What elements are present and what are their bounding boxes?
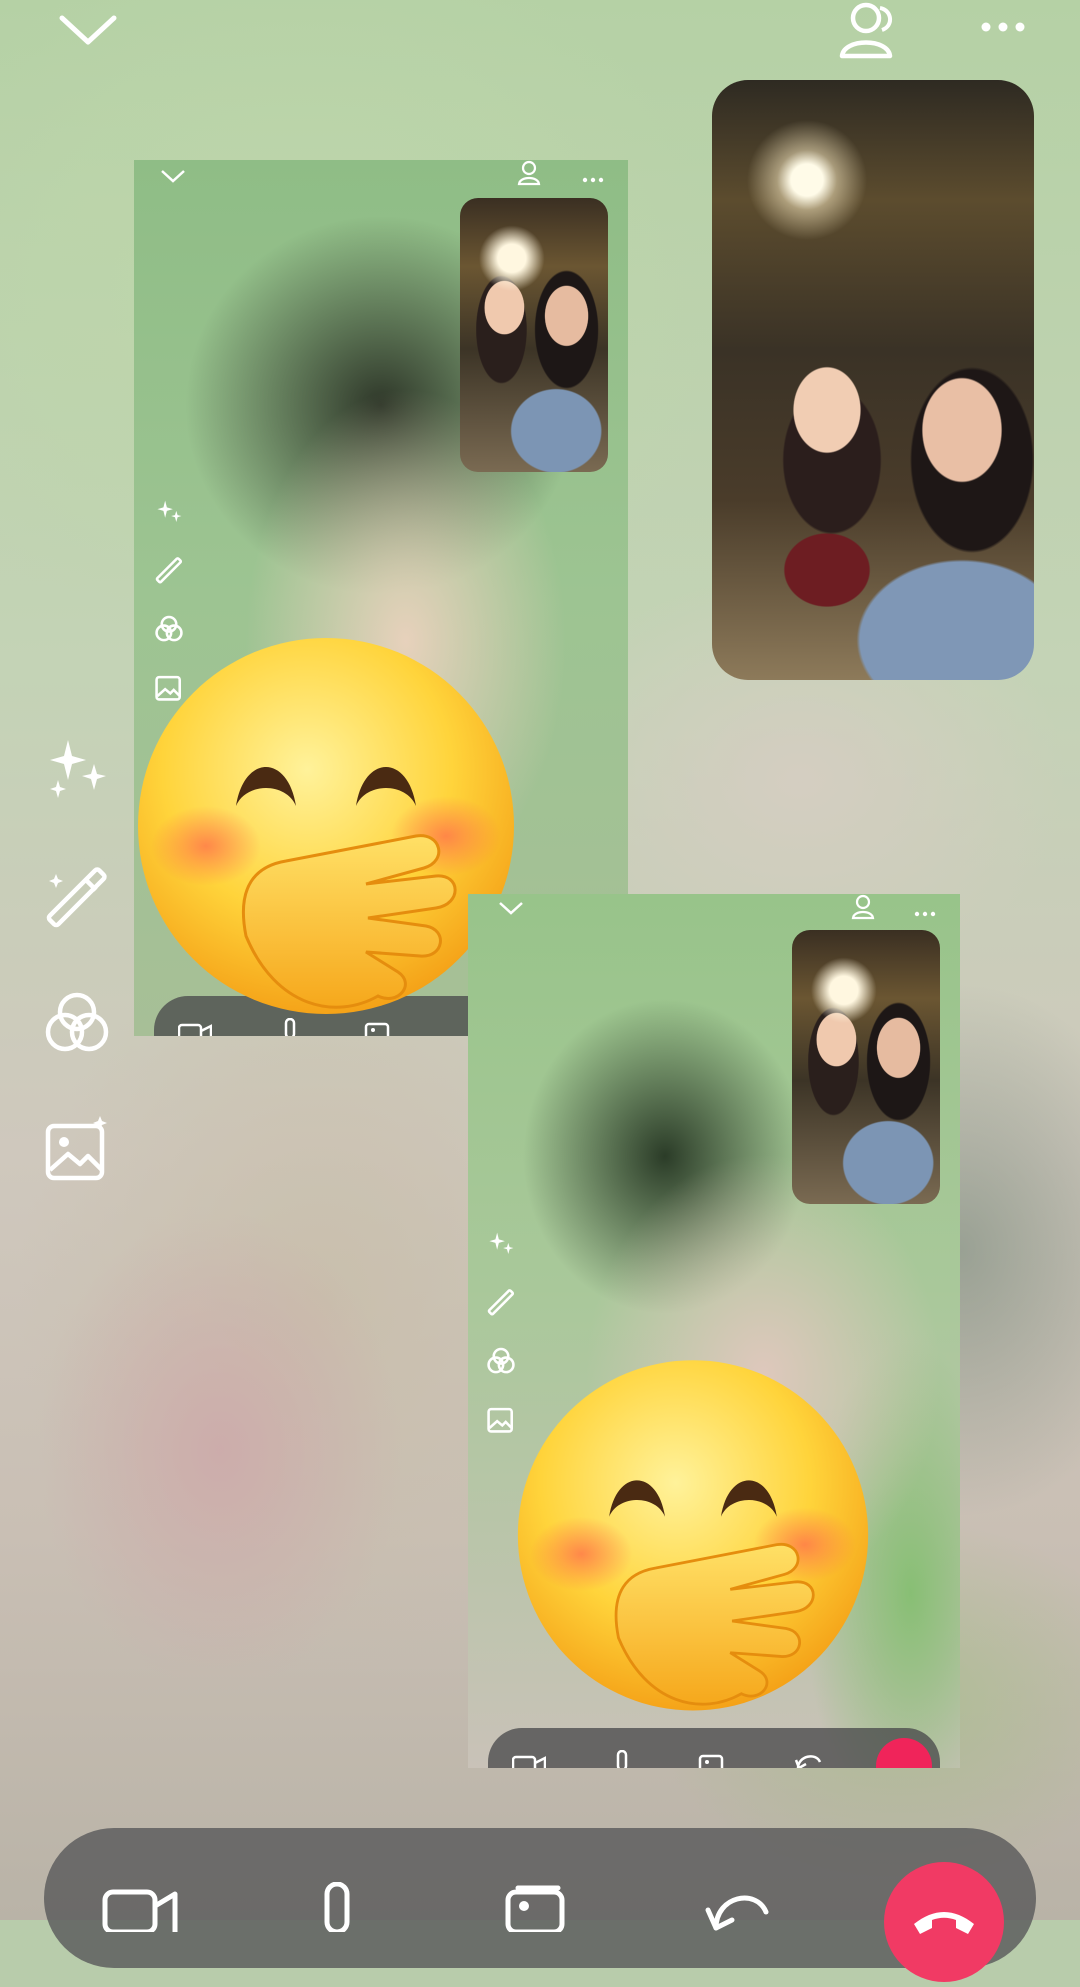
background-image-icon[interactable] (40, 1112, 114, 1186)
flip-camera-button[interactable] (694, 1882, 784, 1942)
filters-icon (484, 1344, 518, 1378)
sparkles-icon[interactable] (40, 732, 114, 806)
flip-camera-icon (705, 1895, 769, 1931)
remote-video-pip (460, 198, 608, 472)
add-person-icon[interactable] (836, 0, 902, 65)
remote-video-pip (792, 930, 940, 1204)
sparkles-icon (152, 496, 186, 530)
background-image-icon (484, 1402, 518, 1436)
more-dots-icon (914, 904, 936, 922)
magic-wand-icon[interactable] (40, 862, 114, 936)
add-person-icon (516, 160, 544, 191)
flip-camera-icon (794, 1750, 824, 1768)
gallery-icon (505, 1885, 565, 1932)
face-with-hand-over-mouth-emoji (136, 636, 516, 1026)
sparkles-icon (484, 1228, 518, 1262)
more-dots-icon[interactable] (980, 20, 1026, 39)
share-media-button[interactable] (492, 1882, 582, 1942)
camera-icon (511, 1754, 547, 1768)
microphone-toggle-button[interactable] (292, 1882, 382, 1942)
chevron-down-icon (498, 900, 524, 921)
filters-icon[interactable] (40, 986, 114, 1060)
magic-wand-icon (152, 554, 186, 588)
chevron-down-icon[interactable] (58, 12, 118, 53)
microphone-icon (324, 1882, 350, 1932)
remote-video-pip[interactable] (712, 80, 1034, 680)
call-controls-bar (488, 1728, 940, 1768)
camera-icon (102, 1889, 178, 1932)
chevron-down-icon (160, 168, 186, 189)
end-call-icon (914, 1912, 974, 1934)
gallery-icon (698, 1752, 726, 1768)
end-call-button[interactable] (884, 1862, 1004, 1982)
more-dots-icon (582, 170, 604, 188)
magic-wand-icon (484, 1286, 518, 1320)
end-call-button (876, 1738, 932, 1768)
add-person-icon (850, 894, 878, 925)
face-with-hand-over-mouth-emoji (516, 1358, 870, 1722)
camera-toggle-button[interactable] (94, 1882, 184, 1942)
microphone-icon (612, 1749, 632, 1768)
